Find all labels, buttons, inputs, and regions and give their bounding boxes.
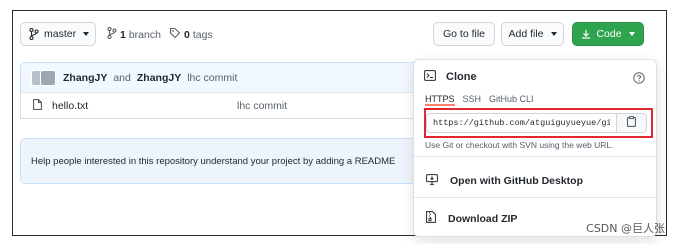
clipboard-icon [627,114,636,132]
chevron-down-icon [628,32,635,36]
tag-count: 0 [184,28,190,41]
readme-prompt-text: Help people interested in this repositor… [31,155,396,167]
file-name-link[interactable]: hello.txt [52,100,237,112]
tag-icon [169,27,181,42]
branch-icon [107,26,117,42]
file-icon [33,98,42,113]
tab-https[interactable]: HTTPS [425,94,455,106]
divider [414,156,656,157]
branch-text: branch [128,28,161,41]
divider [414,197,656,198]
latest-commit-bar: ZhangJY and ZhangJY lhc commit [20,62,420,92]
open-with-desktop-item[interactable]: Open with GitHub Desktop [426,174,583,188]
copy-url-button[interactable] [617,113,647,133]
branch-select-button[interactable]: master [20,22,96,46]
tab-ssh[interactable]: SSH [463,94,482,106]
download-zip-label: Download ZIP [448,212,518,225]
commit-message[interactable]: lhc commit [187,72,237,84]
clone-header: Clone [424,70,477,84]
download-zip-item[interactable]: Download ZIP [426,211,517,226]
avatar[interactable] [40,69,56,86]
readme-prompt: Help people interested in this repositor… [20,138,420,184]
download-icon [581,29,591,39]
go-to-file-button[interactable]: Go to file [433,22,495,46]
clone-url-input[interactable] [426,113,617,133]
clone-url-hint: Use Git or checkout with SVN using the w… [425,140,614,150]
clone-url-group [426,113,647,133]
chevron-down-icon [550,32,557,36]
avatar-group [31,69,57,86]
open-with-desktop-label: Open with GitHub Desktop [450,175,583,187]
chevron-down-icon [83,32,90,36]
code-button[interactable]: Code [572,22,644,46]
commit-author-link[interactable]: ZhangJY [63,72,107,84]
question-icon[interactable] [633,71,645,89]
watermark: CSDN @巨人张 [586,222,665,235]
branch-count: 1 [120,28,126,41]
clone-dropdown: Clone HTTPS SSH GitHub CLI Use Git or ch… [413,59,657,237]
protocol-tabs: HTTPS SSH GitHub CLI [425,94,534,106]
zip-icon [426,211,436,226]
tab-github-cli[interactable]: GitHub CLI [489,94,534,106]
commit-author-link[interactable]: ZhangJY [137,72,181,84]
branch-label: master [44,28,77,40]
go-to-file-label: Go to file [442,28,486,40]
file-commit-message[interactable]: lhc commit [237,100,287,112]
clone-title: Clone [446,71,477,83]
add-file-button[interactable]: Add file [501,22,564,46]
commit-and-text: and [113,71,131,84]
branch-icon [29,28,39,40]
terminal-icon [424,70,436,84]
file-row: hello.txt lhc commit [20,92,420,119]
code-label: Code [596,28,622,40]
add-file-label: Add file [508,28,544,40]
tags-link[interactable]: 0 tags [169,27,213,42]
branches-link[interactable]: 1 branch [107,26,161,42]
tag-text: tags [192,28,213,41]
desktop-icon [426,174,438,188]
